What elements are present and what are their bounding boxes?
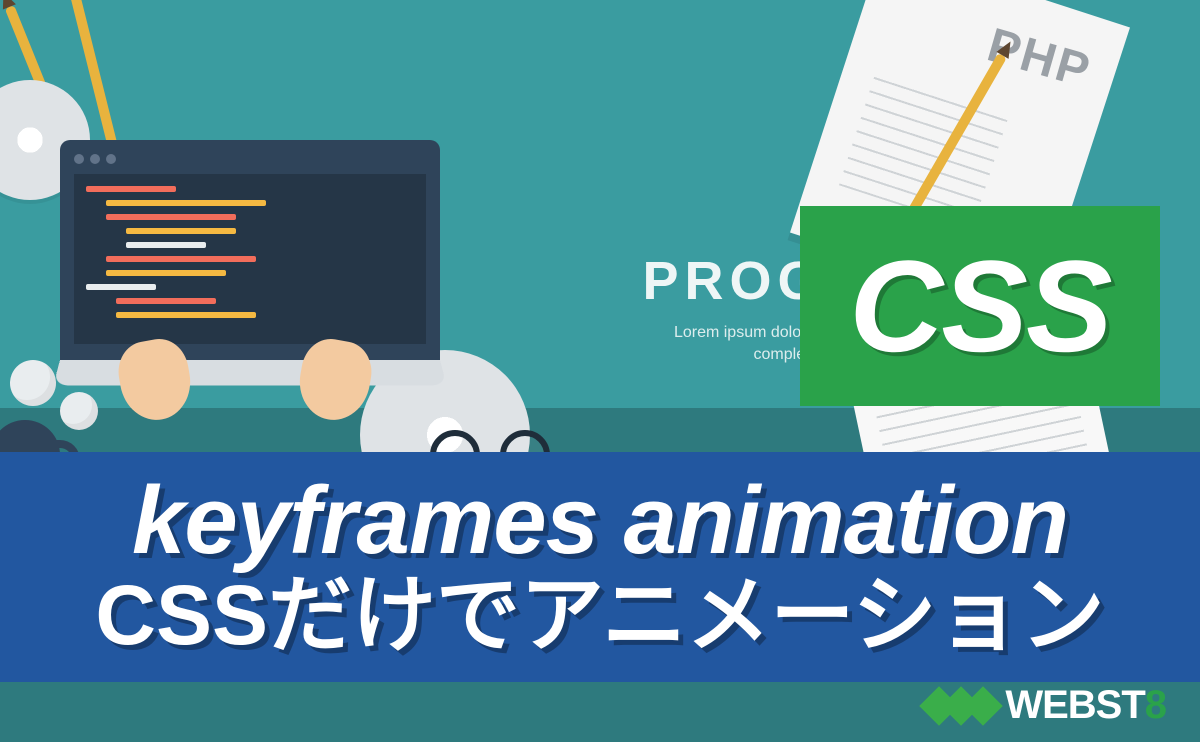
brand-logo: WEBST8 — [931, 683, 1166, 728]
banner-line-2: CSSだけでアニメーション — [95, 569, 1104, 661]
css-badge-text: CSS — [849, 231, 1110, 381]
logo-text-main: WEBST — [1005, 683, 1144, 727]
window-traffic-lights-icon — [74, 154, 426, 164]
css-badge: CSS — [800, 206, 1160, 406]
code-editor-illustration — [74, 174, 426, 344]
title-banner: keyframes animation CSSだけでアニメーション — [0, 452, 1200, 682]
hero-scene: PHP — [0, 0, 1200, 742]
laptop-illustration — [60, 140, 440, 400]
logo-mark-icon — [931, 692, 997, 720]
banner-line-1: keyframes animation — [132, 473, 1068, 569]
crumpled-paper-icon — [10, 360, 56, 406]
logo-text-number: 8 — [1145, 683, 1166, 727]
logo-text: WEBST8 — [1005, 683, 1166, 728]
